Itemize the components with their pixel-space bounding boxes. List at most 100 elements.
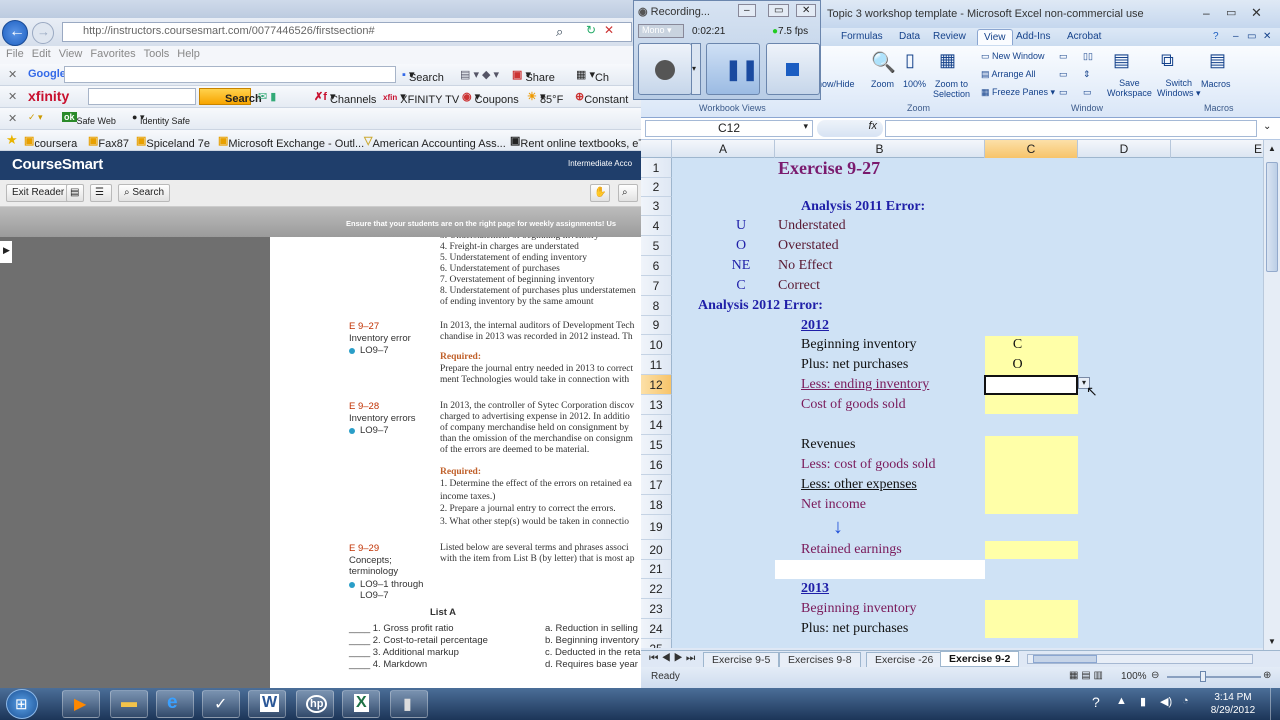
row-header[interactable]: 13 [641,395,672,415]
unhide-icon[interactable]: ▭ [1059,87,1068,98]
tray-clock[interactable]: 3:14 PM 8/29/2012 [1200,691,1266,717]
recorder-minimize-icon[interactable]: – [738,4,756,17]
exit-reader-button[interactable]: Exit Reader [6,184,71,202]
fav-exchange[interactable]: ▣ Microsoft Exchange - Outl... [218,134,364,150]
tray-volume-icon[interactable]: ◀) [1160,695,1172,708]
row-header[interactable]: 9 [641,316,672,335]
coursesmart-logo[interactable]: CourseSmart [12,156,103,173]
search-icon[interactable]: ⌕ [556,24,563,40]
minimize-icon[interactable]: – [1203,6,1210,20]
column-header-b[interactable]: B [775,140,985,158]
row-header[interactable]: 19 [641,515,672,540]
ribbon-tab-data[interactable]: Data [899,31,920,42]
year-heading[interactable]: 2013 [801,579,829,599]
ribbon-tab-add-ins[interactable]: Add-Ins [1016,31,1050,42]
constant-menu[interactable]: ⊕ Constant [575,90,628,106]
tray-signal-icon[interactable]: ▮ [1140,695,1146,708]
page-100-icon[interactable]: ▯ [905,50,915,71]
taskbar-ie-icon[interactable]: e [156,690,194,718]
pause-button[interactable]: ❚❚ [706,43,760,95]
fav-spiceland[interactable]: ▣ Spiceland 7e [136,134,210,150]
legend-label[interactable]: No Effect [778,256,833,276]
row-header[interactable]: 22 [641,579,672,599]
row-header[interactable]: 8 [641,296,672,316]
save-workspace-icon[interactable]: ▤ [1113,50,1130,71]
row-header[interactable]: 25 [641,639,672,648]
name-box[interactable]: C12 ▾ [645,120,813,137]
switch-windows-icon[interactable]: ⧉ [1161,50,1174,71]
menu-item[interactable]: Edit [32,48,51,60]
sheet-grid[interactable]: 1 Exercise 9-27 2 3 Analysis 2011 Error: 4 U Un… [641,158,1263,648]
cell-value-c[interactable]: C [985,335,1050,355]
taskbar-hp-icon[interactable]: hp [296,690,334,718]
row-header[interactable]: 3 [641,197,672,216]
ribbon-tab-view[interactable]: View [977,29,1013,45]
cell-label[interactable]: Beginning inventory [801,335,917,355]
taskbar-checkmark-icon[interactable]: ✓ [202,690,240,718]
ribbon-restore-icon[interactable]: ▭ [1247,31,1256,42]
legend-code[interactable]: C [721,276,761,296]
split-icon[interactable]: ▭ [1059,51,1068,62]
sheet-tab[interactable]: Exercise -26 [866,652,943,668]
sheet-nav-icon[interactable]: ⏮ ◀ ▶ ⏭ [647,651,697,666]
switch-windows-button[interactable]: Switch Windows ▾ [1157,78,1201,99]
zoom-slider-thumb[interactable] [1200,671,1206,682]
column-header-e[interactable]: E [1171,140,1266,158]
close-xfinity-icon[interactable]: ✕ [8,90,17,103]
row-header[interactable]: 2 [641,178,672,197]
xfinity-search-button[interactable]: Search [199,88,262,105]
fav-aaa[interactable]: ▽ American Accounting Ass... [364,134,506,150]
cell-label[interactable]: Plus: net purchases [801,619,908,639]
show-desktop-button[interactable] [1270,688,1280,720]
favorites-star-icon[interactable]: ★ [6,132,18,148]
row-header[interactable]: 21 [641,560,672,579]
google-search-input[interactable] [64,66,396,83]
tray-help-icon[interactable]: ? [1092,694,1100,710]
sheet-tab[interactable]: Exercise 9-5 [703,652,780,668]
fav-fax87[interactable]: ▣ Fax87 [88,134,129,150]
cell-label[interactable]: Less: ending inventory [801,375,929,395]
scroll-down-icon[interactable]: ▼ [1268,637,1276,646]
xfinity-tv-menu[interactable]: xfin XFINITY TV ▾ [383,90,459,106]
tray-wifi-icon[interactable]: ◔ [1182,695,1189,707]
row-header[interactable]: 11 [641,355,672,375]
scroll-up-icon[interactable]: ▲ [1268,144,1276,153]
audio-mode-select[interactable]: Mono ▾ [638,24,684,38]
toc-icon[interactable]: ☰ [90,184,112,202]
legend-label[interactable]: Correct [778,276,820,296]
zoom-100-button[interactable]: 100% [903,79,926,89]
sheet-tab[interactable]: Exercise 9-2 [940,651,1020,667]
back-button[interactable]: ← [2,20,28,46]
menu-item[interactable]: Favorites [90,48,135,60]
cell-label[interactable]: Cost of goods sold [801,395,906,415]
toolbar-ch-button[interactable]: ▦ ▾ Ch [576,68,609,84]
share-button[interactable]: ▣ Share ▾ [512,68,555,84]
zoom-selection-icon[interactable]: ▦ [939,50,956,71]
legend-code[interactable]: O [721,236,761,256]
row-header[interactable]: 16 [641,455,672,475]
row-header[interactable]: 5 [641,236,672,256]
cell-label[interactable]: Less: other expenses [801,475,917,495]
ribbon-tab-review[interactable]: Review [933,31,966,42]
toolbar-icons[interactable]: ▤ ▾ ◆ ▾ [460,68,499,81]
ribbon-tab-formulas[interactable]: Formulas [841,31,883,42]
start-button[interactable]: ⊞ [6,689,38,719]
hand-tool-icon[interactable]: ✋ [590,184,610,202]
row-header[interactable]: 14 [641,415,672,435]
mail-icon[interactable]: ✉ ▮ [258,90,276,103]
vertical-scrollbar[interactable]: ▲ ▼ [1263,140,1280,650]
safe-web-button[interactable]: ok Safe Web [62,112,116,126]
ribbon-minimize-icon[interactable]: – [1233,31,1239,42]
close-toolbar-icon[interactable]: ✕ [8,68,17,81]
row-header[interactable]: 1 [641,158,672,178]
row-header[interactable]: 15 [641,435,672,455]
zoom-slider[interactable] [1167,676,1261,678]
row-header[interactable]: 12 [641,375,672,395]
recorder-close-icon[interactable]: ✕ [796,4,817,17]
row-header[interactable]: 20 [641,540,672,560]
zoom-level[interactable]: 100% [1121,671,1147,682]
cell-label[interactable]: Revenues [801,435,855,455]
ribbon-tab-acrobat[interactable]: Acrobat [1067,31,1101,42]
sheet-tab[interactable]: Exercises 9-8 [779,652,861,668]
forward-button[interactable]: → [32,22,54,44]
